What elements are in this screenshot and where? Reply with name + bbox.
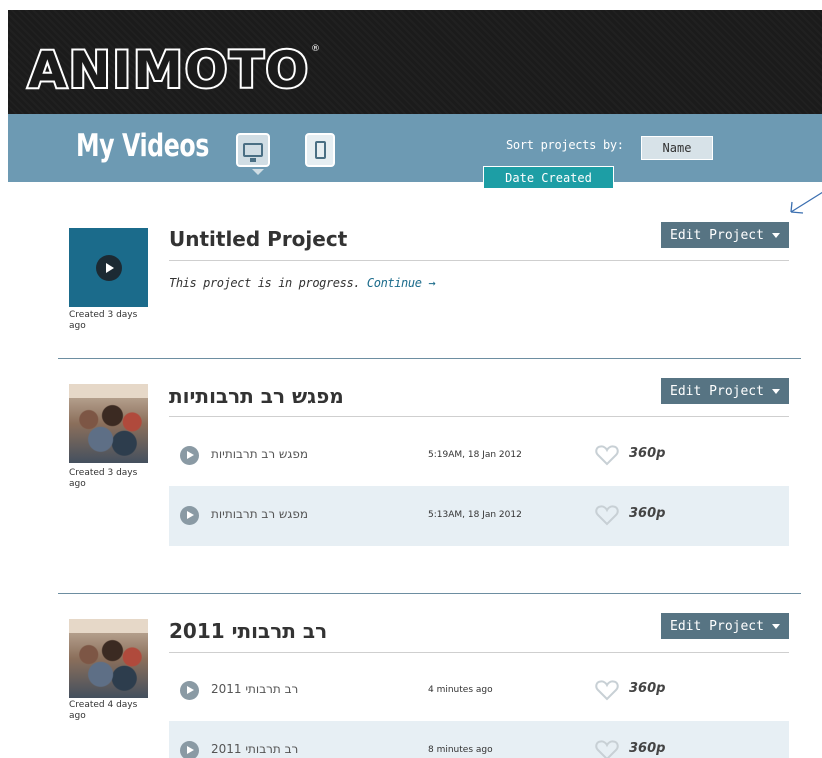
project-title[interactable]: Untitled Project xyxy=(169,227,347,251)
page-top-margin xyxy=(0,0,822,10)
desktop-icon xyxy=(243,143,263,162)
progress-text: This project is in progress. xyxy=(169,276,361,290)
sort-by-name-button[interactable]: Name xyxy=(641,136,713,160)
project-card: Created 3 days ago מפגש רב תרבותיות Edit… xyxy=(58,362,801,582)
chevron-down-icon xyxy=(771,388,780,394)
project-thumbnail[interactable] xyxy=(69,228,148,307)
play-icon[interactable] xyxy=(180,506,199,525)
project-thumbnail[interactable] xyxy=(69,619,148,698)
created-date: Created 3 days ago xyxy=(69,468,138,489)
video-date: 4 minutes ago xyxy=(428,685,493,695)
page-title: My Videos xyxy=(76,128,209,164)
site-header: ANIMOTO ® xyxy=(8,10,822,114)
title-divider xyxy=(169,652,789,653)
created-date: Created 3 days ago xyxy=(69,310,138,331)
mobile-icon xyxy=(314,141,326,159)
edit-project-button[interactable]: Edit Project xyxy=(661,222,789,248)
video-date: 5:13AM, 18 Jan 2012 xyxy=(428,510,522,520)
edit-project-label: Edit Project xyxy=(670,383,764,399)
title-divider xyxy=(169,260,789,261)
edit-project-label: Edit Project xyxy=(670,618,764,634)
sort-by-date-button[interactable]: Date Created xyxy=(483,166,614,189)
video-name[interactable]: רב תרבותי 2011 xyxy=(211,742,319,756)
resolution-label[interactable]: 360p xyxy=(629,741,665,756)
heart-icon[interactable] xyxy=(595,444,619,466)
my-videos-toolbar: My Videos Sort projects by: Name Date Cr… xyxy=(8,114,822,189)
play-icon[interactable] xyxy=(180,446,199,465)
project-divider xyxy=(58,593,801,594)
video-row[interactable]: רב תרבותי 2011 4 minutes ago 360p xyxy=(169,661,789,721)
heart-icon[interactable] xyxy=(595,504,619,526)
project-divider xyxy=(58,358,801,359)
sort-label: Sort projects by: xyxy=(506,138,624,152)
created-date: Created 4 days ago xyxy=(69,700,138,721)
progress-status: This project is in progress. Continue → xyxy=(169,276,436,290)
project-thumbnail[interactable] xyxy=(69,384,148,463)
edit-project-label: Edit Project xyxy=(670,227,764,243)
edit-project-button[interactable]: Edit Project xyxy=(661,378,789,404)
resolution-label[interactable]: 360p xyxy=(629,681,665,696)
project-title[interactable]: מפגש רב תרבותיות xyxy=(169,384,344,408)
video-row[interactable]: רב תרבותי 2011 8 minutes ago 360p xyxy=(169,721,789,758)
video-name[interactable]: מפגש רב תרבותיות xyxy=(211,447,319,461)
desktop-view-button[interactable] xyxy=(236,133,270,167)
title-divider xyxy=(169,416,789,417)
video-name[interactable]: מפגש רב תרבותיות xyxy=(211,507,319,521)
project-card: Created 4 days ago רב תרבותי 2011 Edit P… xyxy=(58,597,801,758)
video-date: 8 minutes ago xyxy=(428,745,493,755)
edit-project-button[interactable]: Edit Project xyxy=(661,613,789,639)
play-icon[interactable] xyxy=(180,741,199,758)
play-icon xyxy=(95,254,122,281)
video-row[interactable]: מפגש רב תרבותיות 5:13AM, 18 Jan 2012 360… xyxy=(169,486,789,546)
mobile-view-button[interactable] xyxy=(305,133,335,167)
play-icon[interactable] xyxy=(180,681,199,700)
resolution-label[interactable]: 360p xyxy=(629,506,665,521)
project-title[interactable]: רב תרבותי 2011 xyxy=(169,619,327,643)
chevron-down-icon xyxy=(771,232,780,238)
heart-icon[interactable] xyxy=(595,739,619,758)
page-margin xyxy=(0,0,8,758)
video-date: 5:19AM, 18 Jan 2012 xyxy=(428,450,522,460)
video-row[interactable]: מפגש רב תרבותיות 5:19AM, 18 Jan 2012 360… xyxy=(169,426,789,486)
registered-mark: ® xyxy=(311,44,321,54)
video-name[interactable]: רב תרבותי 2011 xyxy=(211,682,319,696)
project-card: Created 3 days ago Untitled Project Edit… xyxy=(58,210,801,350)
resolution-label[interactable]: 360p xyxy=(629,446,665,461)
logo-text: ANIMOTO xyxy=(26,39,311,101)
continue-link[interactable]: Continue → xyxy=(367,276,436,290)
selected-pointer-icon xyxy=(252,169,264,175)
animoto-logo[interactable]: ANIMOTO ® xyxy=(26,39,320,101)
heart-icon[interactable] xyxy=(595,679,619,701)
chevron-down-icon xyxy=(771,623,780,629)
